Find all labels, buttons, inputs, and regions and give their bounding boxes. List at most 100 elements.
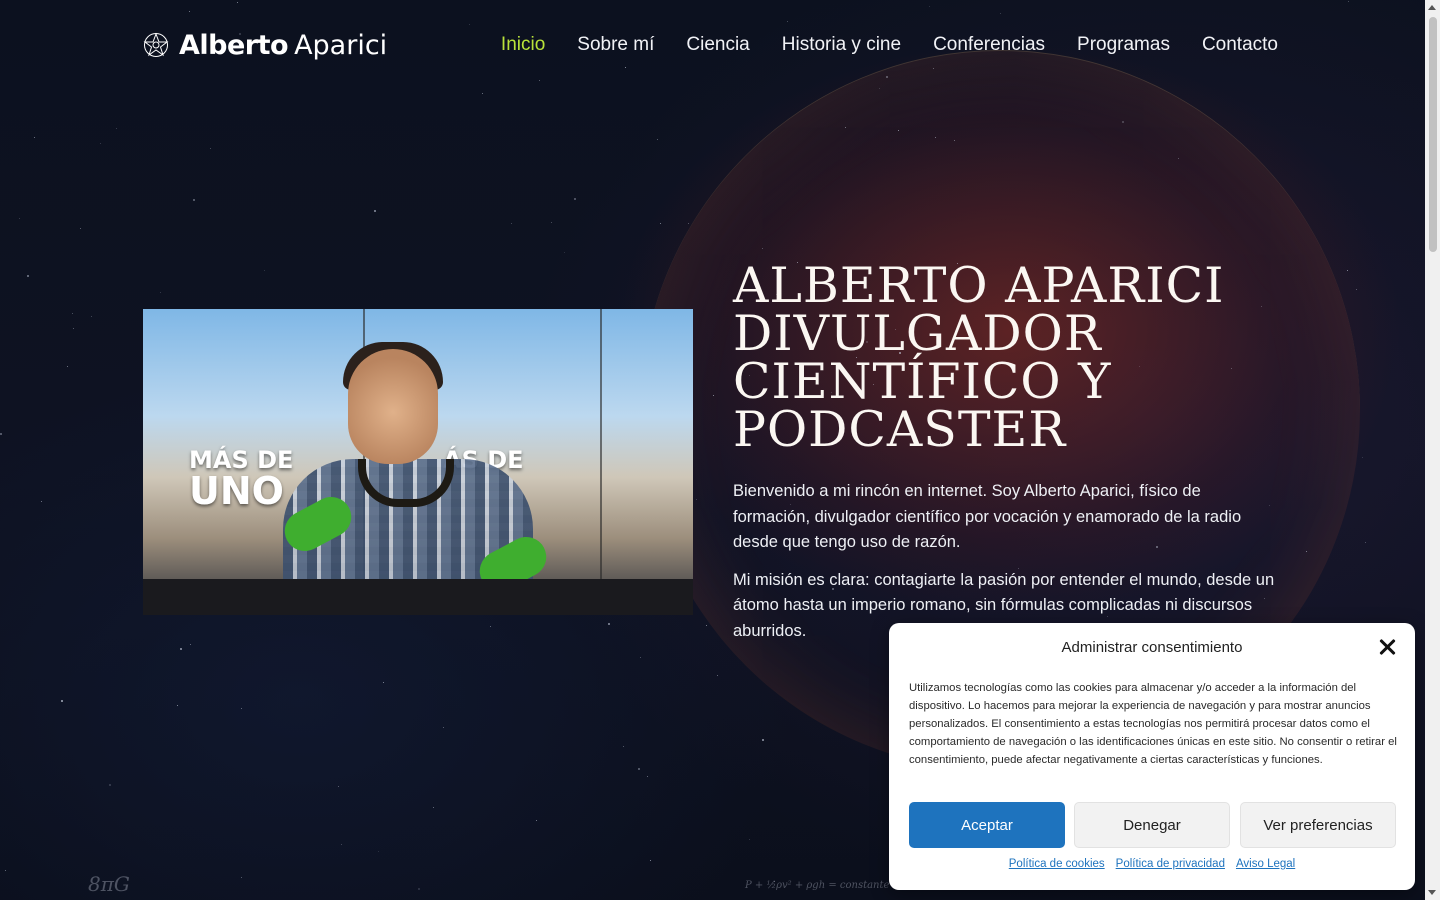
scroll-down-arrow-icon[interactable]	[1428, 890, 1436, 895]
star	[241, 708, 242, 709]
star	[713, 395, 714, 396]
star	[41, 501, 42, 502]
hero-title: ALBERTO APARICI DIVULGADOR CIENTÍFICO Y …	[733, 261, 1293, 454]
star	[762, 248, 763, 249]
deny-button[interactable]: Denegar	[1074, 802, 1230, 848]
star	[1000, 13, 1001, 14]
star	[886, 76, 888, 78]
star	[749, 839, 750, 840]
star	[717, 675, 718, 676]
accept-button[interactable]: Aceptar	[909, 802, 1065, 848]
star	[1122, 121, 1124, 123]
nav-item-inicio[interactable]: Inicio	[501, 34, 545, 56]
star	[564, 252, 565, 253]
star	[929, 6, 930, 7]
star	[109, 784, 111, 786]
privacy-policy-link[interactable]: Política de privacidad	[1116, 858, 1225, 870]
hero-paragraph: Bienvenido a mi rincón en internet. Soy …	[733, 482, 1242, 551]
star	[80, 228, 81, 229]
star	[1178, 158, 1179, 159]
nav-item-contacto[interactable]: Contacto	[1202, 34, 1278, 56]
star	[638, 768, 640, 770]
cookie-links: Política de cookies Política de privacid…	[889, 858, 1415, 870]
star	[623, 746, 624, 747]
star	[180, 648, 182, 650]
star	[551, 222, 552, 223]
page-scrollbar[interactable]	[1425, 0, 1440, 900]
nav-item-conferencias[interactable]: Conferencias	[933, 34, 1045, 56]
star	[19, 218, 20, 219]
cookie-policy-link[interactable]: Política de cookies	[1009, 858, 1105, 870]
cookie-description: Utilizamos tecnologías como las cookies …	[909, 682, 1397, 766]
star	[660, 223, 661, 224]
photo-banner-text: UNO	[189, 469, 284, 513]
nav-item-historia-y-cine[interactable]: Historia y cine	[782, 34, 901, 56]
star	[933, 68, 934, 69]
star	[657, 139, 658, 140]
star	[650, 860, 651, 861]
nav-item-programas[interactable]: Programas	[1077, 34, 1170, 56]
star	[433, 807, 434, 808]
scrollbar-thumb[interactable]	[1429, 17, 1437, 252]
site-logo[interactable]: Alberto Aparici	[143, 30, 387, 61]
star	[5, 870, 6, 871]
star	[511, 223, 512, 224]
star	[341, 844, 342, 845]
background-formula: 8πG	[88, 872, 130, 896]
star	[706, 625, 707, 626]
star	[100, 143, 101, 144]
star	[383, 682, 384, 683]
star	[443, 727, 444, 728]
close-icon[interactable]	[1377, 637, 1397, 657]
star	[177, 705, 178, 706]
star	[374, 210, 376, 212]
star	[935, 137, 936, 138]
nav-item-ciencia[interactable]: Ciencia	[686, 34, 749, 56]
star	[338, 786, 339, 787]
star	[1365, 542, 1366, 543]
preferences-button[interactable]: Ver preferencias	[1240, 802, 1396, 848]
logo-first-name: Alberto	[179, 29, 289, 61]
star	[67, 366, 68, 367]
star	[0, 433, 2, 435]
star	[879, 88, 880, 89]
star	[116, 128, 117, 129]
background-formula: P + ½ρv² + ρgh = constante	[745, 880, 890, 891]
star	[482, 93, 483, 94]
star	[696, 499, 697, 500]
scroll-up-arrow-icon[interactable]	[1428, 5, 1436, 10]
star	[539, 80, 540, 81]
star	[574, 198, 576, 200]
star	[1348, 1, 1349, 2]
star	[688, 223, 689, 224]
star	[490, 626, 491, 627]
star	[189, 11, 190, 12]
site-header: Alberto Aparici Inicio Sobre mí Ciencia H…	[143, 22, 1278, 68]
star	[237, 2, 238, 3]
main-nav: Inicio Sobre mí Ciencia Historia y cine …	[501, 34, 1278, 56]
star	[264, 270, 265, 271]
star	[898, 130, 899, 131]
star	[61, 700, 63, 702]
star	[160, 292, 161, 293]
nav-item-sobre-mi[interactable]: Sobre mí	[577, 34, 654, 56]
star	[210, 148, 211, 149]
legal-notice-link[interactable]: Aviso Legal	[1236, 858, 1295, 870]
hero-photo: MÁS DE UNO ÁS DE	[143, 309, 693, 615]
star	[1362, 457, 1363, 458]
star	[640, 657, 641, 658]
star	[1347, 270, 1348, 271]
hero-title-line: PODCASTER	[733, 401, 1067, 458]
star	[954, 140, 955, 141]
cookie-title: Administrar consentimiento	[1061, 639, 1243, 656]
star	[1356, 289, 1357, 290]
star	[762, 739, 764, 741]
star	[34, 137, 35, 138]
atom-star-icon	[143, 32, 169, 57]
star	[845, 127, 846, 128]
star	[91, 316, 92, 317]
star	[190, 644, 191, 645]
star	[73, 328, 74, 329]
star	[378, 851, 379, 852]
star	[27, 275, 29, 277]
